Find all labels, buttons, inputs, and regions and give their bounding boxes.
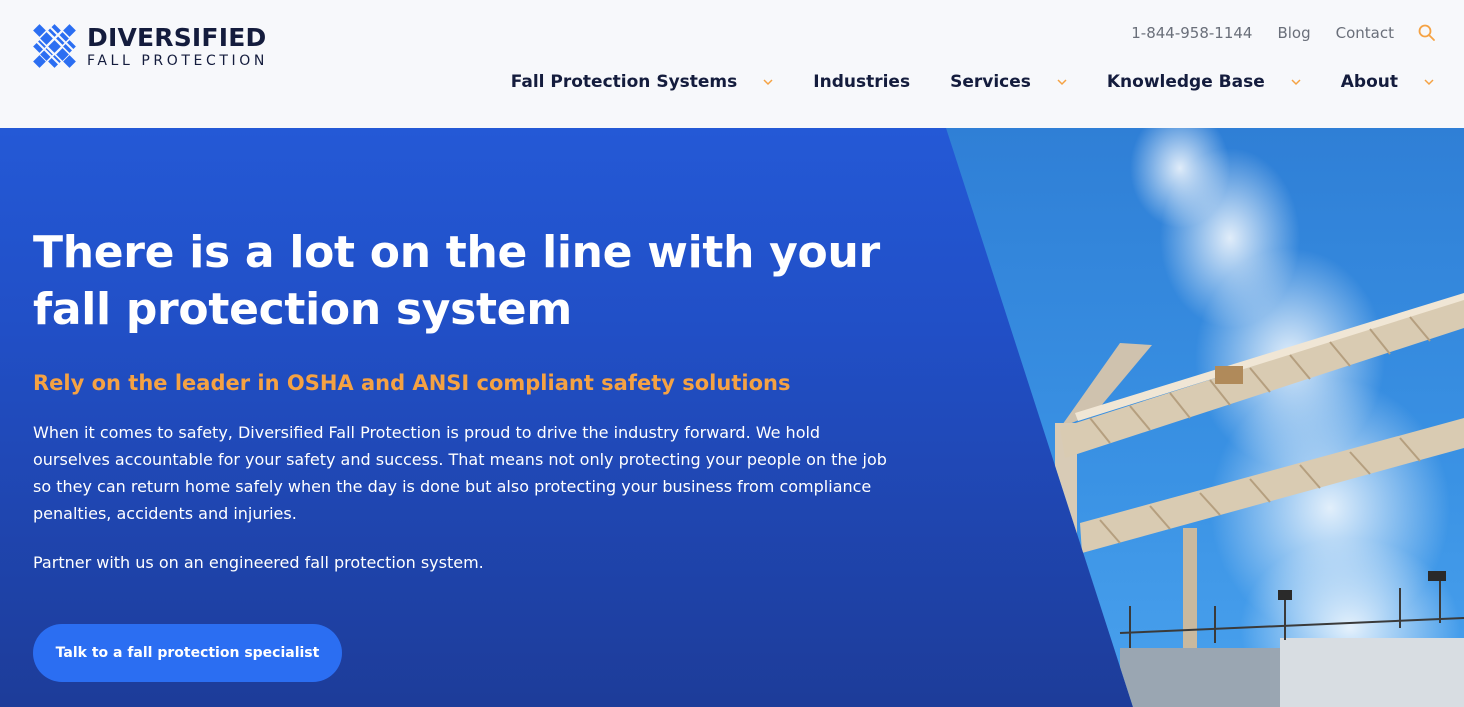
site-header: DIVERSIFIED FALL PROTECTION 1-844-958-11… [0, 0, 1464, 128]
talk-to-specialist-button[interactable]: Talk to a fall protection specialist [33, 624, 342, 682]
nav-item-label: Industries [813, 72, 911, 92]
main-nav: Fall Protection Systems Industries Servi… [511, 72, 1434, 92]
contact-link[interactable]: Contact [1336, 24, 1394, 42]
nav-item-label: Knowledge Base [1106, 72, 1265, 92]
search-icon[interactable] [1418, 24, 1436, 42]
nav-item-fall-protection-systems[interactable]: Fall Protection Systems [511, 72, 774, 92]
nav-item-about[interactable]: About [1341, 72, 1434, 92]
chevron-down-icon [763, 79, 773, 86]
brand-logo[interactable]: DIVERSIFIED FALL PROTECTION [33, 24, 268, 68]
chevron-down-icon [1424, 79, 1434, 86]
hero-title: There is a lot on the line with your fal… [33, 227, 880, 335]
nav-item-label: Fall Protection Systems [510, 72, 738, 92]
nav-item-knowledge-base[interactable]: Knowledge Base [1107, 72, 1301, 92]
phone-link[interactable]: 1-844-958-1144 [1131, 24, 1252, 42]
hero-body-paragraph: When it comes to safety, Diversified Fal… [33, 423, 887, 523]
hero-section: There is a lot on the line with your fal… [0, 128, 1464, 707]
nav-item-services[interactable]: Services [950, 72, 1067, 92]
hero-partner-paragraph: Partner with us on an engineered fall pr… [33, 553, 484, 572]
logo-tagline: FALL PROTECTION [87, 52, 268, 69]
chevron-down-icon [1291, 79, 1301, 86]
nav-item-label: Services [950, 72, 1031, 92]
chevron-down-icon [1057, 79, 1067, 86]
nav-item-industries[interactable]: Industries [813, 72, 910, 92]
utility-nav: 1-844-958-1144 Blog Contact [1106, 24, 1436, 42]
logo-wordmark: DIVERSIFIED [87, 22, 267, 52]
hero-subtitle: Rely on the leader in OSHA and ANSI comp… [33, 371, 791, 395]
hero-content: There is a lot on the line with your fal… [33, 224, 893, 576]
nav-item-label: About [1340, 72, 1398, 92]
logo-weave-icon [33, 24, 77, 68]
blog-link[interactable]: Blog [1277, 24, 1310, 42]
